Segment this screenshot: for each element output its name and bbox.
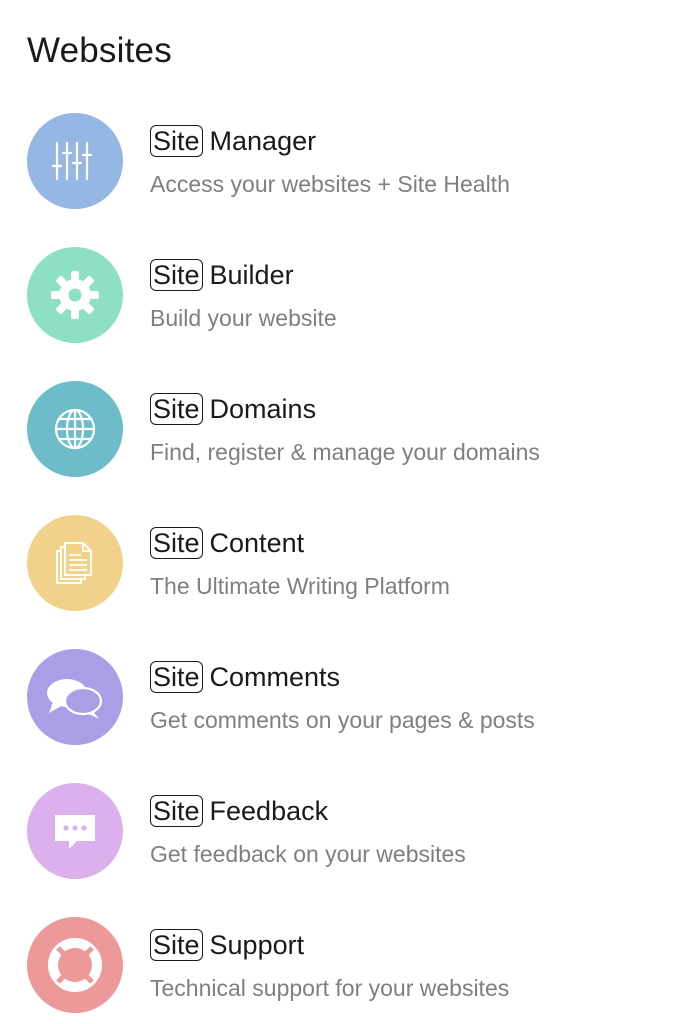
brand-label: Site bbox=[150, 795, 203, 827]
item-title: Site Domains bbox=[150, 391, 316, 427]
menu-item-site-domains[interactable]: Site Domains Find, register & manage you… bbox=[0, 381, 697, 515]
item-description: Build your website bbox=[150, 305, 337, 331]
brand-label: Site bbox=[150, 527, 203, 559]
item-name: Manager bbox=[209, 125, 317, 156]
menu-item-site-support[interactable]: Site Support Technical support for your … bbox=[0, 917, 697, 1024]
documents-icon bbox=[27, 515, 123, 611]
item-description: Technical support for your websites bbox=[150, 975, 510, 1001]
sliders-icon bbox=[27, 113, 123, 209]
brand-label: Site bbox=[150, 259, 203, 291]
item-name: Feedback bbox=[209, 795, 329, 826]
item-description: The Ultimate Writing Platform bbox=[150, 573, 450, 599]
brand-label: Site bbox=[150, 125, 203, 157]
brand-label: Site bbox=[150, 929, 203, 961]
feedback-bubble-icon bbox=[27, 783, 123, 879]
item-title: Site Manager bbox=[150, 123, 316, 159]
menu-item-site-content[interactable]: Site Content The Ultimate Writing Platfo… bbox=[0, 515, 697, 649]
item-description: Access your websites + Site Health bbox=[150, 171, 510, 197]
lifebuoy-icon bbox=[27, 917, 123, 1013]
menu-item-site-manager[interactable]: Site Manager Access your websites + Site… bbox=[0, 113, 697, 247]
item-name: Domains bbox=[209, 393, 317, 424]
menu-item-site-builder[interactable]: Site Builder Build your website bbox=[0, 247, 697, 381]
menu-item-site-feedback[interactable]: Site Feedback Get feedback on your websi… bbox=[0, 783, 697, 917]
item-description: Get feedback on your websites bbox=[150, 841, 466, 867]
item-description: Get comments on your pages & posts bbox=[150, 707, 535, 733]
brand-label: Site bbox=[150, 393, 203, 425]
websites-page: Websites Site Manager Access your websit… bbox=[0, 0, 697, 1024]
chat-bubbles-icon bbox=[27, 649, 123, 745]
item-name: Content bbox=[209, 527, 305, 558]
item-title: Site Comments bbox=[150, 659, 340, 695]
item-title: Site Feedback bbox=[150, 793, 328, 829]
item-description: Find, register & manage your domains bbox=[150, 439, 540, 465]
item-title: Site Builder bbox=[150, 257, 294, 293]
item-name: Support bbox=[209, 929, 305, 960]
item-title: Site Content bbox=[150, 525, 304, 561]
gear-icon bbox=[27, 247, 123, 343]
item-title: Site Support bbox=[150, 927, 304, 963]
item-name: Comments bbox=[209, 661, 341, 692]
menu-item-site-comments[interactable]: Site Comments Get comments on your pages… bbox=[0, 649, 697, 783]
globe-icon bbox=[27, 381, 123, 477]
item-name: Builder bbox=[209, 259, 294, 290]
websites-menu-list: Site Manager Access your websites + Site… bbox=[0, 0, 697, 1024]
brand-label: Site bbox=[150, 661, 203, 693]
